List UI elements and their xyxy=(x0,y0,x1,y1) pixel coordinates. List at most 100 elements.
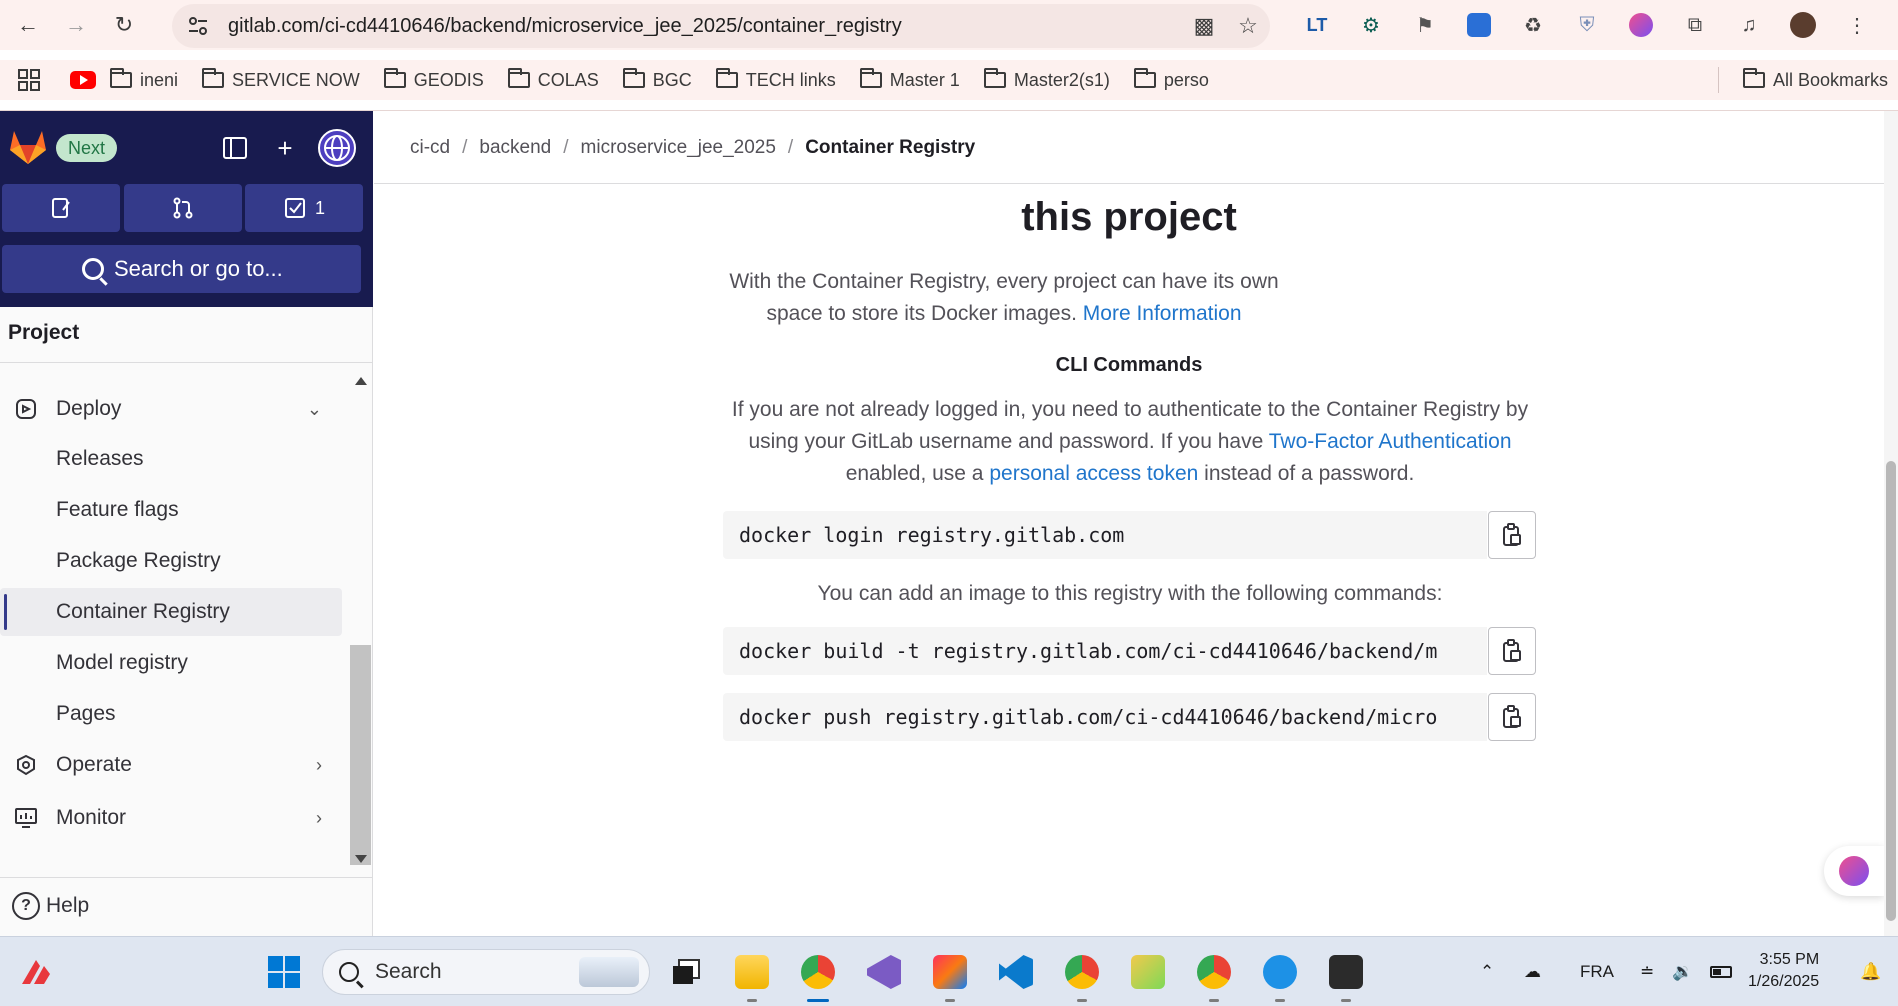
system-clock[interactable]: 3:55 PM 1/26/2025 xyxy=(1748,949,1819,993)
browser-menu-icon[interactable]: ⋮ xyxy=(1830,5,1884,45)
snipping-tool-icon[interactable] xyxy=(1126,950,1170,994)
puzzle-extensions-icon[interactable]: ⧉ xyxy=(1668,5,1722,45)
visual-studio-icon[interactable] xyxy=(862,950,906,994)
todo-button[interactable]: 1 xyxy=(245,184,363,232)
language-indicator[interactable]: FRA xyxy=(1580,937,1614,1006)
apps-grid-icon[interactable] xyxy=(18,69,40,91)
windows-start-icon[interactable] xyxy=(262,950,306,994)
intellij-icon[interactable] xyxy=(928,950,972,1002)
file-explorer-icon[interactable] xyxy=(730,950,774,1002)
build-command-field[interactable]: docker build -t registry.gitlab.com/ci-c… xyxy=(723,627,1487,675)
scrollbar-thumb[interactable] xyxy=(350,645,371,865)
chrome-icon[interactable] xyxy=(796,950,840,1002)
install-app-icon[interactable]: ▩ xyxy=(1182,13,1226,39)
recycle-extension-icon[interactable]: ♻ xyxy=(1506,5,1560,45)
notifications-icon[interactable]: 🔔 xyxy=(1860,937,1881,1006)
volume-icon[interactable]: 🔉 xyxy=(1672,937,1693,1006)
terminal-icon[interactable] xyxy=(1324,950,1368,1002)
push-command[interactable]: docker push registry.gitlab.com/ci-cd441… xyxy=(723,693,1487,741)
help-button[interactable]: ? Help xyxy=(12,892,89,920)
auth-paragraph: If you are not already logged in, you ne… xyxy=(730,394,1530,490)
forward-icon[interactable]: → xyxy=(56,5,96,45)
login-command[interactable]: docker login registry.gitlab.com xyxy=(723,511,1487,559)
brain-extension-icon[interactable] xyxy=(1614,5,1668,45)
sidebar-item-feature-flags[interactable]: Feature flags xyxy=(0,486,342,534)
more-information-link[interactable]: More Information xyxy=(1083,302,1242,325)
bookmark-folder[interactable]: Master 1 xyxy=(859,68,960,91)
push-command-field[interactable]: docker push registry.gitlab.com/ci-cd441… xyxy=(723,693,1487,741)
bookmark-extension-icon[interactable]: ⚑ xyxy=(1398,5,1452,45)
wifi-icon[interactable]: ≐ xyxy=(1640,937,1654,1006)
copy-build-command-button[interactable] xyxy=(1488,627,1536,675)
sidebar-group-label: Deploy xyxy=(56,397,122,420)
vscode-icon[interactable] xyxy=(994,950,1038,994)
media-control-icon[interactable]: ♫ xyxy=(1722,5,1776,45)
gitlab-logo-icon[interactable] xyxy=(8,127,48,165)
brain-icon xyxy=(1839,856,1869,886)
bookmark-folder[interactable]: GEODIS xyxy=(383,68,484,91)
divider xyxy=(0,877,373,878)
onedrive-icon[interactable]: ☁ xyxy=(1524,937,1541,1006)
task-view-icon[interactable] xyxy=(664,950,708,994)
breadcrumb-current[interactable]: Container Registry xyxy=(805,137,975,159)
chrome-second-profile-icon[interactable] xyxy=(1192,950,1236,1002)
chrome-profile-icon[interactable] xyxy=(1060,950,1104,1002)
show-hidden-icons[interactable]: ⌃ xyxy=(1480,937,1494,1006)
scroll-up-icon[interactable] xyxy=(355,377,367,385)
breadcrumb-item[interactable]: backend xyxy=(479,137,551,159)
next-badge[interactable]: Next xyxy=(56,134,118,162)
build-command[interactable]: docker build -t registry.gitlab.com/ci-c… xyxy=(723,627,1487,675)
sidebar-item-model-registry[interactable]: Model registry xyxy=(0,639,342,687)
bookmark-folder[interactable]: perso xyxy=(1133,68,1209,91)
site-info-icon[interactable] xyxy=(176,15,220,37)
docker-icon[interactable] xyxy=(1258,950,1302,1002)
profile-avatar-icon[interactable] xyxy=(1776,5,1830,45)
bookmark-folder[interactable]: Master2(s1) xyxy=(983,68,1110,91)
sidebar-item-package-registry[interactable]: Package Registry xyxy=(0,537,342,585)
bookmark-folder[interactable]: COLAS xyxy=(507,68,599,91)
sidebar-item-monitor[interactable]: Monitor › xyxy=(0,794,340,842)
sidebar-item-deploy[interactable]: Deploy ⌄ xyxy=(0,385,340,433)
back-icon[interactable]: ← xyxy=(8,5,48,45)
toggle-sidebar-icon[interactable] xyxy=(218,131,252,165)
all-bookmarks-folder[interactable]: All Bookmarks xyxy=(1742,68,1888,91)
scrollbar-thumb[interactable] xyxy=(1886,461,1896,921)
assistant-floating-button[interactable] xyxy=(1824,846,1884,896)
wave-extension-icon[interactable] xyxy=(1452,5,1506,45)
personal-access-token-link[interactable]: personal access token xyxy=(989,462,1198,485)
bookmark-folder[interactable]: BGC xyxy=(622,68,692,91)
breadcrumb-item[interactable]: ci-cd xyxy=(410,137,450,159)
intro-paragraph: With the Container Registry, every proje… xyxy=(714,266,1294,330)
issues-button[interactable] xyxy=(2,184,120,232)
bookmark-folder[interactable]: SERVICE NOW xyxy=(202,68,360,91)
sidebar-item-pages[interactable]: Pages xyxy=(0,690,342,738)
copy-push-command-button[interactable] xyxy=(1488,693,1536,741)
shield-extension-icon[interactable]: ⛨ xyxy=(1560,5,1614,45)
bookmark-folder[interactable]: TECH links xyxy=(715,68,836,91)
youtube-bookmark-icon[interactable] xyxy=(70,71,96,89)
battery-icon[interactable] xyxy=(1710,937,1732,1006)
sidebar-item-operate[interactable]: Operate › xyxy=(0,741,340,789)
page-scrollbar[interactable] xyxy=(1884,111,1898,936)
taskbar-search[interactable]: Search xyxy=(322,949,650,995)
address-bar[interactable]: gitlab.com/ci-cd4410646/backend/microser… xyxy=(172,4,1270,48)
sidebar-item-container-registry[interactable]: Container Registry xyxy=(0,588,342,636)
bookmark-star-icon[interactable]: ☆ xyxy=(1226,13,1270,39)
copy-login-command-button[interactable] xyxy=(1488,511,1536,559)
two-factor-link[interactable]: Two-Factor Authentication xyxy=(1269,430,1512,453)
sidebar-item-releases[interactable]: Releases xyxy=(0,435,342,483)
search-input[interactable]: Search or go to... xyxy=(2,245,361,293)
user-avatar[interactable] xyxy=(318,129,356,167)
languagetool-extension-icon[interactable]: LT xyxy=(1290,5,1344,45)
merge-requests-button[interactable] xyxy=(124,184,242,232)
gear-extension-icon[interactable]: ⚙ xyxy=(1344,5,1398,45)
sidebar-scrollbar[interactable] xyxy=(350,365,371,875)
plus-icon[interactable]: + xyxy=(268,131,302,165)
widget-app-icon[interactable] xyxy=(14,950,58,994)
url-text[interactable]: gitlab.com/ci-cd4410646/backend/microser… xyxy=(228,15,1182,38)
bookmark-folder[interactable]: ineni xyxy=(110,68,178,91)
login-command-field[interactable]: docker login registry.gitlab.com xyxy=(723,511,1487,559)
scroll-down-icon[interactable] xyxy=(355,855,367,863)
reload-icon[interactable]: ↻ xyxy=(104,5,144,45)
breadcrumb-item[interactable]: microservice_jee_2025 xyxy=(581,137,776,159)
